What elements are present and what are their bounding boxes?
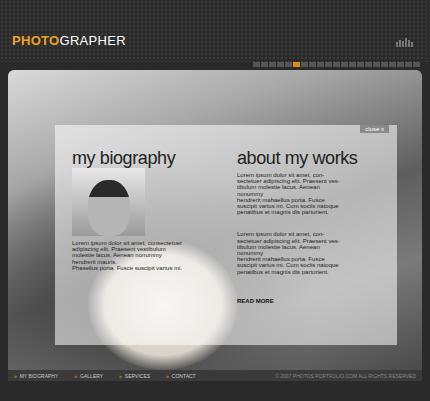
biography-column: my biography Lorem ipsum dolor sit amet,… xyxy=(72,148,217,305)
nav-item[interactable]: »GALLERY xyxy=(74,372,103,380)
pager-box[interactable] xyxy=(357,62,364,67)
pager-box[interactable] xyxy=(381,62,388,67)
pager-box[interactable] xyxy=(269,62,276,67)
page: PHOTOGRAPHER close x my biography Lorem … xyxy=(0,0,430,401)
read-more-link[interactable]: READ MORE xyxy=(237,297,387,305)
copyright: © 2007 PHOTOS PORTFOLIO.COM ALL RIGHTS R… xyxy=(275,372,416,380)
close-button[interactable]: close x xyxy=(360,125,389,133)
pager-box[interactable] xyxy=(309,62,316,67)
portrait-photo xyxy=(72,168,145,236)
works-column: about my works Lorem ipsum dolor sit ame… xyxy=(237,148,387,305)
footer xyxy=(0,381,430,401)
pager-box[interactable] xyxy=(301,62,308,67)
pager-box[interactable] xyxy=(365,62,372,67)
pager-box[interactable] xyxy=(261,62,268,67)
biography-text: Lorem ipsum dolor sit amet, consectetuer… xyxy=(72,240,217,271)
works-paragraph: Lorem ipsum dolor sit amet, con-sectetue… xyxy=(237,231,387,274)
equalizer-icon[interactable] xyxy=(396,38,414,47)
nav-item[interactable]: »MY BIOGRAPHY xyxy=(14,372,58,380)
biography-title: my biography xyxy=(72,148,217,168)
pager-box[interactable] xyxy=(317,62,324,67)
works-title: about my works xyxy=(237,148,387,168)
nav-item[interactable]: »CONTACT xyxy=(166,372,196,380)
pager-box[interactable] xyxy=(325,62,332,67)
nav-item[interactable]: »SERVICES xyxy=(119,372,150,380)
pager-box[interactable] xyxy=(341,62,348,67)
logo[interactable]: PHOTOGRAPHER xyxy=(12,34,126,48)
content-panel: close x my biography Lorem ipsum dolor s… xyxy=(55,125,397,345)
works-paragraph: Lorem ipsum dolor sit amet, con-sectetue… xyxy=(237,172,387,215)
pager-box[interactable] xyxy=(413,62,420,67)
pager-box[interactable] xyxy=(253,62,260,67)
background-photo: close x my biography Lorem ipsum dolor s… xyxy=(8,70,422,370)
pager-box[interactable] xyxy=(277,62,284,67)
pager-box[interactable] xyxy=(389,62,396,67)
pager-box[interactable] xyxy=(285,62,292,67)
header: PHOTOGRAPHER xyxy=(0,0,430,62)
bottom-nav: »MY BIOGRAPHY »GALLERY »SERVICES »CONTACT ©… xyxy=(8,370,422,381)
pager xyxy=(0,62,430,70)
pager-box[interactable] xyxy=(349,62,356,67)
pager-box[interactable] xyxy=(405,62,412,67)
pager-box[interactable] xyxy=(397,62,404,67)
pager-box[interactable] xyxy=(373,62,380,67)
pager-box[interactable] xyxy=(333,62,340,67)
pager-box[interactable] xyxy=(293,62,300,67)
